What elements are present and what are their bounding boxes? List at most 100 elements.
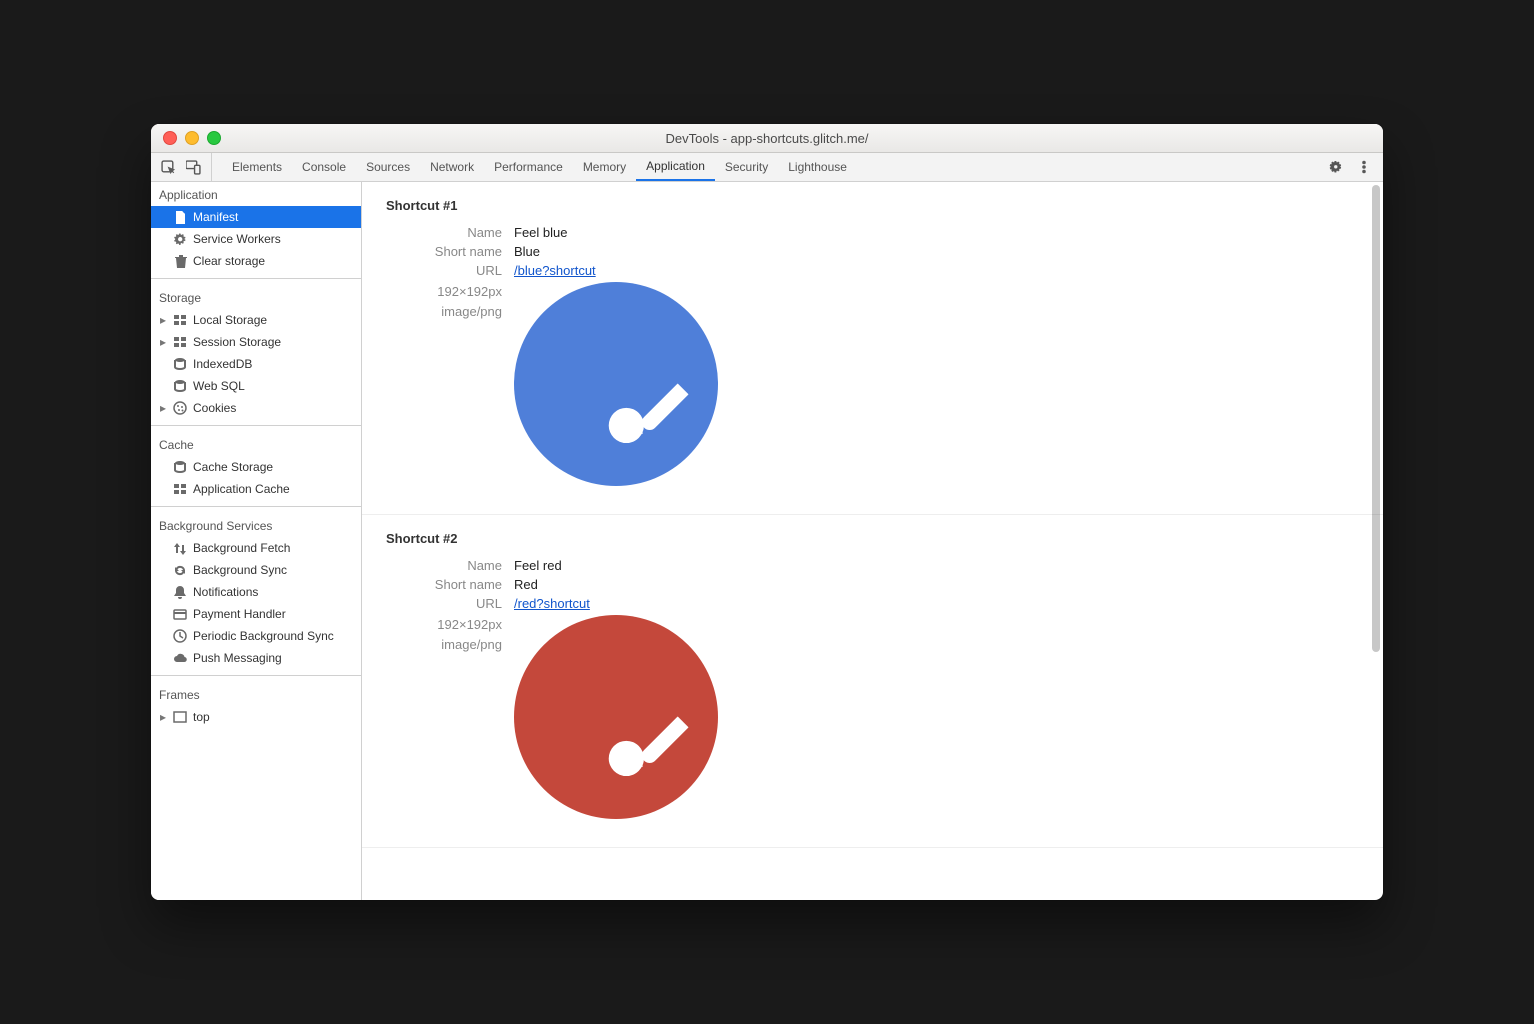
expand-icon[interactable]: ▸ <box>159 401 167 415</box>
devtools-tabbar: ElementsConsoleSourcesNetworkPerformance… <box>151 153 1383 182</box>
shortcut-icon-preview <box>514 282 718 486</box>
value-name: Feel red <box>514 558 562 573</box>
sidebar-item-cache-storage[interactable]: Cache Storage <box>151 456 361 478</box>
shortcut-heading: Shortcut #2 <box>386 531 1383 546</box>
db-icon <box>173 357 187 371</box>
label-url: URL <box>362 596 514 611</box>
sidebar-item-background-sync[interactable]: Background Sync <box>151 559 361 581</box>
sidebar-item-clear-storage[interactable]: Clear storage <box>151 250 361 272</box>
gear-icon <box>173 232 187 246</box>
value-name: Feel blue <box>514 225 567 240</box>
sidebar-item-background-fetch[interactable]: Background Fetch <box>151 537 361 559</box>
close-button[interactable] <box>163 131 177 145</box>
sidebar-item-label: Payment Handler <box>193 607 286 621</box>
label-name: Name <box>362 225 514 240</box>
sync-icon <box>173 563 187 577</box>
sidebar-item-label: Session Storage <box>193 335 281 349</box>
sidebar-group-storage: Storage <box>151 285 361 309</box>
window-title: DevTools - app-shortcuts.glitch.me/ <box>151 131 1383 146</box>
shortcut-icon-preview <box>514 615 718 819</box>
label-short-name: Short name <box>362 577 514 592</box>
mac-titlebar: DevTools - app-shortcuts.glitch.me/ <box>151 124 1383 153</box>
label-url: URL <box>362 263 514 278</box>
tab-performance[interactable]: Performance <box>484 153 573 181</box>
sidebar-item-manifest[interactable]: Manifest <box>151 206 361 228</box>
sidebar-item-notifications[interactable]: Notifications <box>151 581 361 603</box>
grid-icon <box>173 335 187 349</box>
manifest-pane: Shortcut #1NameFeel blueShort nameBlueUR… <box>362 182 1383 900</box>
sidebar-item-local-storage[interactable]: ▸Local Storage <box>151 309 361 331</box>
sidebar-item-application-cache[interactable]: Application Cache <box>151 478 361 500</box>
sidebar-group-cache: Cache <box>151 432 361 456</box>
sidebar-item-label: Service Workers <box>193 232 281 246</box>
sidebar-item-cookies[interactable]: ▸Cookies <box>151 397 361 419</box>
label-name: Name <box>362 558 514 573</box>
tab-network[interactable]: Network <box>420 153 484 181</box>
device-toggle-icon[interactable] <box>186 160 201 175</box>
db-icon <box>173 460 187 474</box>
value-url-link[interactable]: /blue?shortcut <box>514 263 596 278</box>
sidebar-item-session-storage[interactable]: ▸ Session Storage <box>151 331 361 353</box>
maximize-button[interactable] <box>207 131 221 145</box>
value-short-name: Blue <box>514 244 540 259</box>
scrollbar[interactable] <box>1372 185 1380 652</box>
value-url-link[interactable]: /red?shortcut <box>514 596 590 611</box>
sidebar-item-label: Application Cache <box>193 482 290 496</box>
tab-elements[interactable]: Elements <box>222 153 292 181</box>
cookie-icon <box>173 401 187 415</box>
tab-console[interactable]: Console <box>292 153 356 181</box>
frame-icon <box>173 710 187 724</box>
brush-icon <box>590 358 714 482</box>
sidebar-item-push-messaging[interactable]: Push Messaging <box>151 647 361 669</box>
sidebar-item-label: Clear storage <box>193 254 265 268</box>
shortcut-2: Shortcut #2 NameFeel redShort nameRedURL/… <box>362 515 1383 848</box>
inspect-icon[interactable] <box>161 160 176 175</box>
grid-icon <box>173 313 187 327</box>
sidebar-item-payment-handler[interactable]: Payment Handler <box>151 603 361 625</box>
tab-lighthouse[interactable]: Lighthouse <box>778 153 857 181</box>
updown-icon <box>173 541 187 555</box>
expand-icon[interactable]: ▸ <box>159 335 167 349</box>
tab-security[interactable]: Security <box>715 153 778 181</box>
sidebar-item-label: Web SQL <box>193 379 245 393</box>
application-sidebar: Application Manifest Service Workers Clear … <box>151 182 362 900</box>
sidebar-item-label: Manifest <box>193 210 238 224</box>
icon-size: 192×192px <box>437 284 502 299</box>
file-icon <box>173 210 187 224</box>
expand-icon[interactable]: ▸ <box>159 710 167 724</box>
sidebar-group-background-services: Background Services <box>151 513 361 537</box>
icon-size: 192×192px <box>437 617 502 632</box>
value-short-name: Red <box>514 577 538 592</box>
bell-icon <box>173 585 187 599</box>
sidebar-item-label: Cache Storage <box>193 460 273 474</box>
sidebar-item-top[interactable]: ▸ top <box>151 706 361 728</box>
icon-mime: image/png <box>441 637 502 652</box>
expand-icon[interactable]: ▸ <box>159 313 167 327</box>
sidebar-group-application: Application <box>151 182 361 206</box>
sidebar-item-indexeddb[interactable]: IndexedDB <box>151 353 361 375</box>
sidebar-item-label: Background Fetch <box>193 541 290 555</box>
sidebar-item-label: Periodic Background Sync <box>193 629 334 643</box>
card-icon <box>173 607 187 621</box>
settings-icon[interactable] <box>1329 160 1344 175</box>
tab-memory[interactable]: Memory <box>573 153 636 181</box>
trash-icon <box>173 254 187 268</box>
sidebar-item-web-sql[interactable]: Web SQL <box>151 375 361 397</box>
grid-icon <box>173 482 187 496</box>
more-icon[interactable] <box>1356 160 1371 175</box>
cloud-icon <box>173 651 187 665</box>
sidebar-item-label: Background Sync <box>193 563 287 577</box>
sidebar-item-service-workers[interactable]: Service Workers <box>151 228 361 250</box>
sidebar-item-periodic-background-sync[interactable]: Periodic Background Sync <box>151 625 361 647</box>
tab-application[interactable]: Application <box>636 153 715 181</box>
brush-icon <box>590 691 714 815</box>
clock-icon <box>173 629 187 643</box>
shortcut-heading: Shortcut #1 <box>386 198 1383 213</box>
minimize-button[interactable] <box>185 131 199 145</box>
sidebar-item-label: Push Messaging <box>193 651 282 665</box>
icon-mime: image/png <box>441 304 502 319</box>
sidebar-item-label: IndexedDB <box>193 357 252 371</box>
sidebar-item-label: top <box>193 710 210 724</box>
tab-sources[interactable]: Sources <box>356 153 420 181</box>
devtools-window: DevTools - app-shortcuts.glitch.me/ Elem… <box>151 124 1383 900</box>
